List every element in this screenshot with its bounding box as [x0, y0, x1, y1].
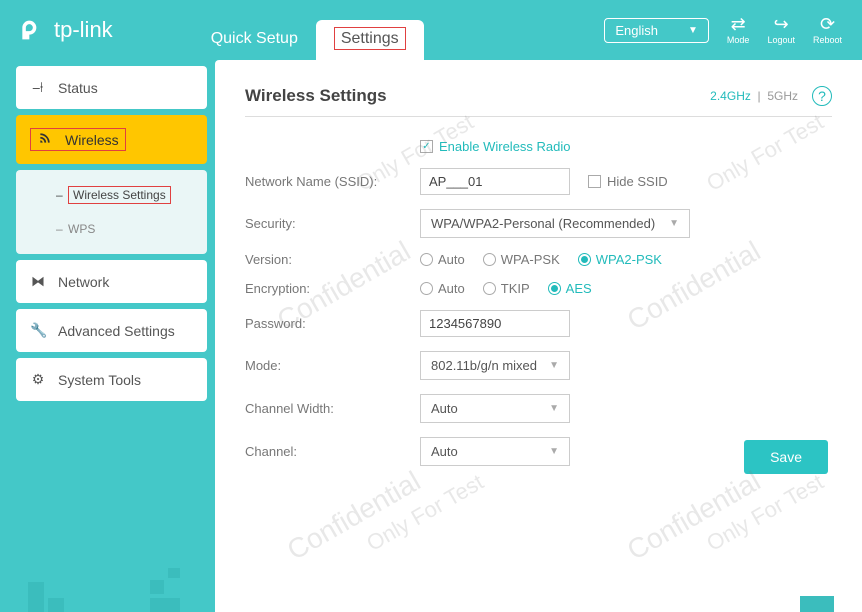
tab-quick-setup[interactable]: Quick Setup: [193, 20, 316, 60]
channel-label: Channel:: [245, 444, 420, 459]
security-value: WPA/WPA2-Personal (Recommended): [431, 216, 655, 231]
decoration: [800, 596, 834, 612]
logout-button[interactable]: ↪ Logout: [767, 15, 795, 45]
chwidth-select[interactable]: Auto ▼: [420, 394, 570, 423]
encryption-label: Encryption:: [245, 281, 420, 296]
enc-tkip-radio[interactable]: TKIP: [483, 281, 530, 296]
sidebar-item-label: Network: [58, 274, 109, 290]
decoration: [48, 598, 64, 612]
sidebar-sub-label: Wireless Settings: [68, 186, 171, 204]
advanced-icon: 🔧: [30, 322, 46, 339]
brand-text: tp-link: [54, 17, 113, 43]
tplink-icon: [20, 16, 48, 44]
mode-label: Mode: [727, 35, 750, 45]
hide-ssid-label: Hide SSID: [607, 174, 668, 189]
radio-label: WPA-PSK: [501, 252, 560, 267]
wireless-icon: [37, 131, 53, 148]
language-label: English: [615, 23, 658, 38]
radio-label: TKIP: [501, 281, 530, 296]
hide-ssid-checkbox[interactable]: [588, 175, 601, 188]
save-button[interactable]: Save: [744, 440, 828, 474]
sidebar-item-system[interactable]: ⚙ System Tools: [16, 358, 207, 401]
logout-label: Logout: [767, 35, 795, 45]
sidebar-item-label: System Tools: [58, 372, 141, 388]
enable-wireless-checkbox[interactable]: ✓: [420, 140, 433, 153]
enc-auto-radio[interactable]: Auto: [420, 281, 465, 296]
ssid-label: Network Name (SSID):: [245, 174, 420, 189]
decoration: [168, 568, 180, 578]
version-auto-radio[interactable]: Auto: [420, 252, 465, 267]
security-label: Security:: [245, 216, 420, 231]
sidebar-item-advanced[interactable]: 🔧 Advanced Settings: [16, 309, 207, 352]
enc-aes-radio[interactable]: AES: [548, 281, 592, 296]
version-wpa2-radio[interactable]: WPA2-PSK: [578, 252, 662, 267]
chevron-down-icon: ▼: [549, 403, 559, 414]
radio-label: WPA2-PSK: [596, 252, 662, 267]
sidebar-sub-wps[interactable]: WPS: [16, 212, 207, 246]
system-icon: ⚙: [30, 371, 46, 388]
sidebar-sub-wireless-settings[interactable]: Wireless Settings: [16, 178, 207, 212]
security-select[interactable]: WPA/WPA2-Personal (Recommended) ▼: [420, 209, 690, 238]
reboot-label: Reboot: [813, 35, 842, 45]
help-icon[interactable]: ?: [812, 86, 832, 106]
chwidth-value: Auto: [431, 401, 458, 416]
channel-value: Auto: [431, 444, 458, 459]
network-icon: ⧓: [30, 273, 46, 290]
sidebar-item-label: Status: [58, 80, 98, 96]
reboot-icon: ⟳: [813, 15, 842, 33]
decoration: [150, 598, 180, 612]
chevron-down-icon: ▼: [549, 446, 559, 457]
band-24[interactable]: 2.4GHz: [710, 89, 751, 103]
tab-settings[interactable]: Settings: [316, 20, 424, 60]
band-5[interactable]: 5GHz: [767, 89, 798, 103]
mode-select[interactable]: 802.11b/g/n mixed ▼: [420, 351, 570, 380]
radio-label: Auto: [438, 252, 465, 267]
radio-label: Auto: [438, 281, 465, 296]
enable-wireless-label: Enable Wireless Radio: [439, 139, 571, 154]
version-label: Version:: [245, 252, 420, 267]
sidebar-item-label: Advanced Settings: [58, 323, 175, 339]
mode-value: 802.11b/g/n mixed: [431, 358, 537, 373]
version-wpa-radio[interactable]: WPA-PSK: [483, 252, 560, 267]
sidebar-item-label: Wireless: [65, 132, 119, 148]
logout-icon: ↪: [767, 15, 795, 33]
sidebar-item-status[interactable]: ⎯⍿ Status: [16, 66, 207, 109]
mode-icon: ⇄: [727, 15, 750, 33]
status-icon: ⎯⍿: [30, 79, 46, 96]
decoration: [28, 582, 44, 612]
mode-label: Mode:: [245, 358, 420, 373]
decoration: [150, 580, 164, 594]
channel-select[interactable]: Auto ▼: [420, 437, 570, 466]
ssid-input[interactable]: [420, 168, 570, 195]
sidebar-item-network[interactable]: ⧓ Network: [16, 260, 207, 303]
tab-settings-label: Settings: [334, 27, 406, 50]
page-title: Wireless Settings: [245, 86, 387, 106]
band-switch[interactable]: 2.4GHz | 5GHz: [710, 89, 798, 103]
mode-button[interactable]: ⇄ Mode: [727, 15, 750, 45]
brand-logo: tp-link: [20, 16, 113, 44]
chwidth-label: Channel Width:: [245, 401, 420, 416]
divider: [245, 116, 832, 117]
chevron-down-icon: ▼: [549, 360, 559, 371]
password-input[interactable]: [420, 310, 570, 337]
password-label: Password:: [245, 316, 420, 331]
sidebar-item-wireless[interactable]: Wireless: [16, 115, 207, 164]
language-selector[interactable]: English ▼: [604, 18, 709, 43]
chevron-down-icon: ▼: [688, 25, 698, 36]
radio-label: AES: [566, 281, 592, 296]
reboot-button[interactable]: ⟳ Reboot: [813, 15, 842, 45]
chevron-down-icon: ▼: [669, 218, 679, 229]
